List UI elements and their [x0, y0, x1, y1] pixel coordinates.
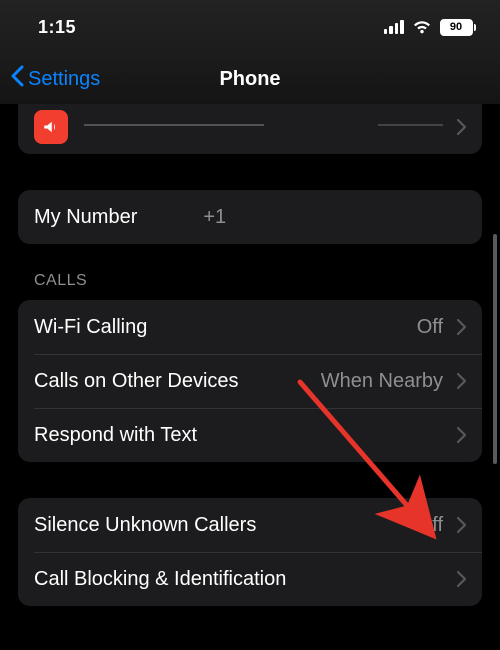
chevron-left-icon	[10, 65, 24, 93]
row-label: Respond with Text	[34, 424, 197, 447]
battery-indicator: 90	[440, 19, 477, 36]
row-value-cut	[378, 116, 443, 126]
settings-group-my-number: My Number +1	[18, 190, 482, 244]
row-label: Call Blocking & Identification	[34, 568, 286, 591]
settings-content: My Number +1 CALLS Wi-Fi Calling Off Cal…	[0, 104, 500, 650]
row-label: My Number	[34, 206, 137, 229]
row-value: +1	[203, 206, 226, 229]
row-label-cut	[84, 116, 264, 126]
row-wifi-calling[interactable]: Wi-Fi Calling Off	[18, 300, 482, 354]
row-value: Off	[417, 514, 443, 537]
row-my-number[interactable]: My Number +1	[18, 190, 482, 244]
back-button[interactable]: Settings	[10, 65, 100, 93]
settings-group-top	[18, 104, 482, 154]
chevron-right-icon	[457, 119, 466, 135]
settings-group-callers: Silence Unknown Callers Off Call Blockin…	[18, 498, 482, 606]
row-silence-unknown-callers[interactable]: Silence Unknown Callers Off	[18, 498, 482, 552]
status-bar: 1:15 90	[0, 0, 500, 54]
scrollbar-thumb[interactable]	[493, 234, 497, 464]
row-calls-other-devices[interactable]: Calls on Other Devices When Nearby	[18, 354, 482, 408]
chevron-right-icon	[457, 517, 466, 533]
section-header-calls: CALLS	[34, 272, 466, 290]
status-time: 1:15	[38, 17, 76, 38]
row-value: When Nearby	[321, 370, 443, 393]
back-label: Settings	[28, 68, 100, 91]
row-label: Silence Unknown Callers	[34, 514, 256, 537]
chevron-right-icon	[457, 427, 466, 443]
announce-app-icon	[34, 110, 68, 144]
chevron-right-icon	[457, 571, 466, 587]
status-icons: 90	[384, 19, 477, 36]
wifi-icon	[412, 20, 432, 35]
chevron-right-icon	[457, 319, 466, 335]
cellular-signal-icon	[384, 20, 404, 34]
battery-percent: 90	[450, 21, 462, 33]
page-title: Phone	[219, 68, 280, 91]
row-label: Calls on Other Devices	[34, 370, 239, 393]
navigation-bar: Settings Phone	[0, 54, 500, 104]
row-value: Off	[417, 316, 443, 339]
row-announce-calls[interactable]	[18, 104, 482, 154]
row-call-blocking[interactable]: Call Blocking & Identification	[18, 552, 482, 606]
row-respond-with-text[interactable]: Respond with Text	[18, 408, 482, 462]
chevron-right-icon	[457, 373, 466, 389]
settings-group-calls: Wi-Fi Calling Off Calls on Other Devices…	[18, 300, 482, 462]
row-label: Wi-Fi Calling	[34, 316, 147, 339]
